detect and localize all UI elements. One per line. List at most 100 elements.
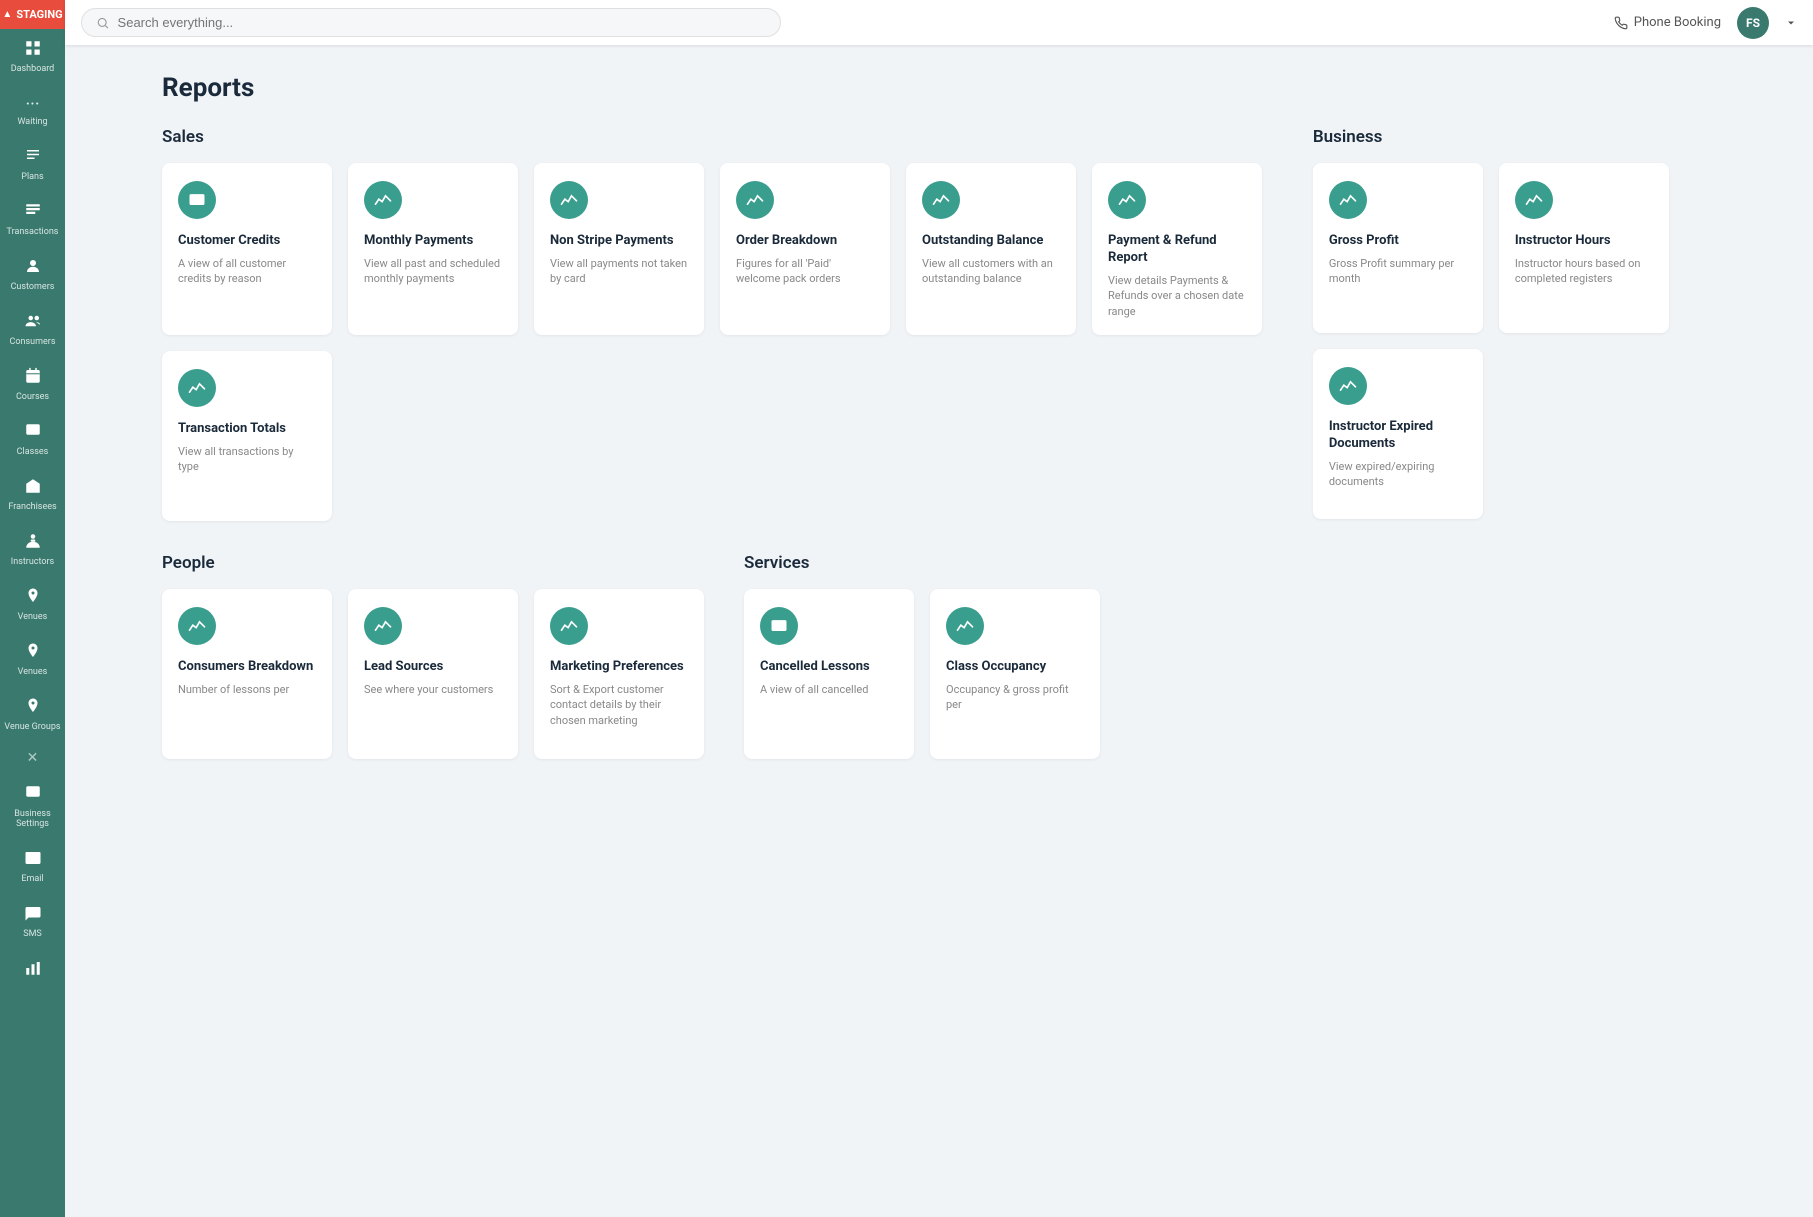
sidebar-item-waiting[interactable]: ··· Waiting [0,84,65,137]
sidebar-item-classes-label: Classes [17,447,49,457]
lead-sources-title: Lead Sources [364,659,502,676]
sidebar-item-business-settings-label: Business Settings [4,809,61,829]
customer-credits-title: Customer Credits [178,233,316,250]
card-consumers-breakdown[interactable]: Consumers Breakdown Number of lessons pe… [162,589,332,759]
transaction-totals-icon [178,369,216,407]
sales-business-row: Sales Customer Credits A view of all cus… [162,127,1781,553]
card-outstanding-balance[interactable]: Outstanding Balance View all customers w… [906,163,1076,335]
transaction-totals-desc: View all transactions by type [178,444,316,475]
non-stripe-payments-title: Non Stripe Payments [550,233,688,250]
sidebar-item-franchisees[interactable]: Franchisees [0,467,65,522]
sidebar-item-venues-label: Venues [18,612,48,622]
phone-booking-button[interactable]: Phone Booking [1614,15,1721,30]
search-input[interactable] [118,15,766,30]
sidebar-item-classes[interactable]: Classes [0,412,65,467]
instructor-expired-docs-desc: View expired/expiring documents [1329,459,1467,490]
sidebar-item-courses-label: Courses [16,392,49,402]
business-cards-grid: Gross Profit Gross Profit summary per mo… [1313,163,1781,519]
instructor-expired-docs-title: Instructor Expired Documents [1329,419,1467,453]
transaction-totals-title: Transaction Totals [178,421,316,438]
card-marketing-preferences[interactable]: Marketing Preferences Sort & Export cust… [534,589,704,759]
transactions-icon [24,202,42,225]
consumers-breakdown-desc: Number of lessons per [178,682,316,697]
card-monthly-payments[interactable]: Monthly Payments View all past and sched… [348,163,518,335]
sidebar-item-instructors[interactable]: Instructors [0,522,65,577]
instructors-icon [24,532,42,555]
card-transaction-totals[interactable]: Transaction Totals View all transactions… [162,351,332,521]
services-section-title: Services [744,553,1100,573]
card-class-occupancy[interactable]: Class Occupancy Occupancy & gross profit… [930,589,1100,759]
sidebar-item-consumers-label: Consumers [10,337,56,347]
class-occupancy-title: Class Occupancy [946,659,1084,676]
people-cards-grid: Consumers Breakdown Number of lessons pe… [162,589,704,759]
sidebar-item-courses[interactable]: Courses [0,357,65,412]
customer-credits-icon [178,181,216,219]
order-breakdown-desc: Figures for all 'Paid' welcome pack orde… [736,256,874,287]
sidebar-item-plans[interactable]: Plans [0,137,65,192]
card-payment-refund-report[interactable]: Payment & Refund Report View details Pay… [1092,163,1262,335]
gross-profit-title: Gross Profit [1329,233,1467,250]
consumers-breakdown-title: Consumers Breakdown [178,659,316,676]
business-settings-icon [24,784,42,807]
sidebar-item-customers-label: Customers [11,282,55,292]
business-section-title: Business [1313,127,1781,147]
venues2-icon [24,642,42,665]
venue-groups-icon [24,697,42,720]
search-bar[interactable] [81,8,781,37]
instructor-hours-title: Instructor Hours [1515,233,1653,250]
cancelled-lessons-icon [760,607,798,645]
sidebar-item-reports[interactable] [0,949,65,994]
sidebar-item-sms[interactable]: SMS [0,894,65,949]
people-services-row: People Consumers Breakdown Number of les… [162,553,1781,791]
customers-icon [24,257,42,280]
courses-icon [24,367,42,390]
order-breakdown-title: Order Breakdown [736,233,874,250]
sidebar-item-venues[interactable]: Venues [0,577,65,632]
instructor-hours-desc: Instructor hours based on completed regi… [1515,256,1653,287]
topbar-right: Phone Booking FS [1614,7,1797,39]
sidebar-item-consumers[interactable]: Consumers [0,302,65,357]
page-title: Reports [162,73,1781,103]
card-lead-sources[interactable]: Lead Sources See where your customers [348,589,518,759]
sales-section-title: Sales [162,127,1273,147]
avatar-chevron-icon[interactable] [1785,17,1797,29]
sidebar-item-venues2[interactable]: Venues [0,632,65,687]
sidebar-item-email[interactable]: Email [0,839,65,894]
card-instructor-hours[interactable]: Instructor Hours Instructor hours based … [1499,163,1669,333]
classes-icon [24,422,42,445]
gross-profit-desc: Gross Profit summary per month [1329,256,1467,287]
gross-profit-icon [1329,181,1367,219]
email-icon [24,849,42,872]
sidebar-item-dashboard[interactable]: Dashboard [0,29,65,84]
user-avatar[interactable]: FS [1737,7,1769,39]
non-stripe-payments-desc: View all payments not taken by card [550,256,688,287]
avatar-initials: FS [1746,16,1760,30]
card-instructor-expired-docs[interactable]: Instructor Expired Documents View expire… [1313,349,1483,519]
card-gross-profit[interactable]: Gross Profit Gross Profit summary per mo… [1313,163,1483,333]
sidebar-item-venue-groups[interactable]: Venue Groups [0,687,65,742]
sidebar-close-icon[interactable]: ✕ [19,742,47,774]
card-order-breakdown[interactable]: Order Breakdown Figures for all 'Paid' w… [720,163,890,335]
card-cancelled-lessons[interactable]: Cancelled Lessons A view of all cancelle… [744,589,914,759]
sidebar-item-transactions[interactable]: Transactions [0,192,65,247]
sidebar-item-instructors-label: Instructors [11,557,54,567]
staging-badge[interactable]: ▲ STAGING [0,0,65,29]
sidebar-item-venues2-label: Venues [18,667,48,677]
main-content: Reports Sales Customer Credits A view of… [130,45,1813,1217]
card-non-stripe-payments[interactable]: Non Stripe Payments View all payments no… [534,163,704,335]
card-customer-credits[interactable]: Customer Credits A view of all customer … [162,163,332,335]
franchisees-icon [24,477,42,500]
customer-credits-desc: A view of all customer credits by reason [178,256,316,287]
sidebar-item-business-settings[interactable]: Business Settings [0,774,65,839]
dashboard-icon [24,39,42,62]
lead-sources-desc: See where your customers [364,682,502,697]
sales-section: Sales Customer Credits A view of all cus… [162,127,1273,521]
class-occupancy-desc: Occupancy & gross profit per [946,682,1084,713]
marketing-preferences-title: Marketing Preferences [550,659,688,676]
sidebar-item-customers[interactable]: Customers [0,247,65,302]
staging-triangle-icon: ▲ [2,9,12,20]
business-section: Business Gross Profit Gross Profit summa… [1313,127,1781,521]
monthly-payments-icon [364,181,402,219]
sidebar: ▲ STAGING Dashboard ··· Waiting Plans Tr… [0,0,65,1217]
payment-refund-title: Payment & Refund Report [1108,233,1246,267]
